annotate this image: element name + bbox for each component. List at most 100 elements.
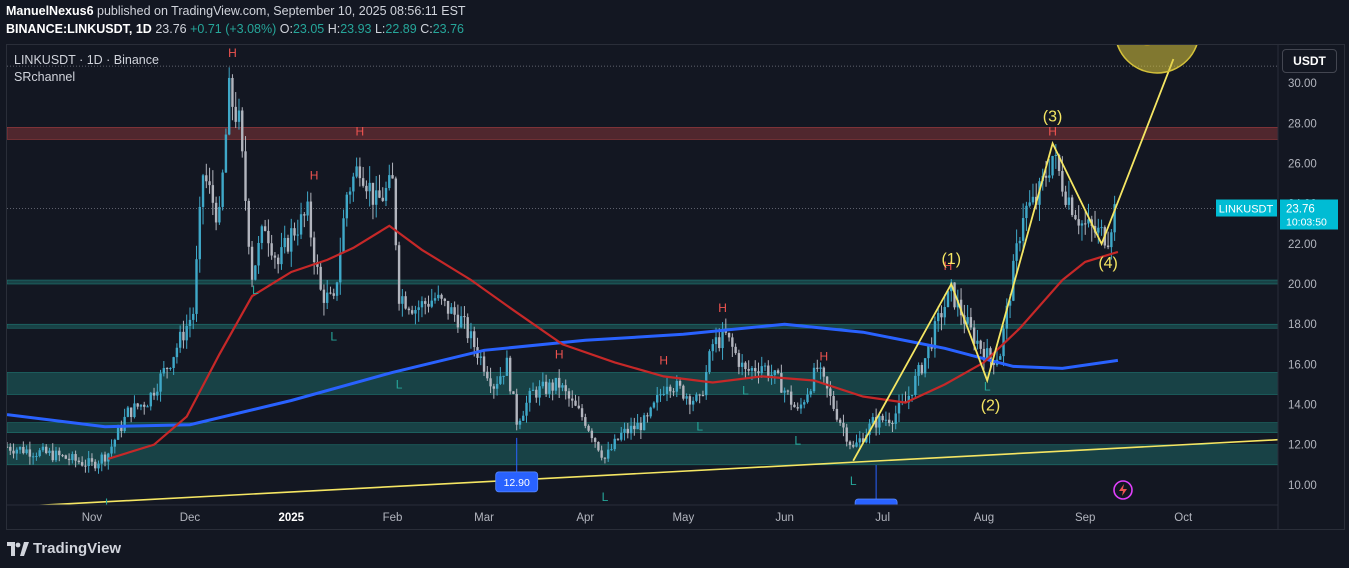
candle-body bbox=[747, 369, 750, 371]
candle-body bbox=[433, 298, 437, 301]
candle-body bbox=[80, 462, 84, 466]
candle-body bbox=[773, 370, 777, 375]
candle-body bbox=[917, 364, 920, 376]
wave-label: (2) bbox=[981, 398, 1001, 415]
candle-body bbox=[64, 455, 68, 459]
candle-body bbox=[587, 425, 590, 431]
candle-body bbox=[384, 188, 388, 201]
pivot-high-label: H bbox=[555, 347, 564, 361]
candle-body bbox=[126, 407, 130, 417]
candle-body bbox=[623, 428, 626, 433]
candle-body bbox=[737, 353, 741, 367]
candle-body bbox=[757, 371, 760, 374]
candle-body bbox=[1100, 227, 1103, 229]
candle-body bbox=[41, 446, 45, 451]
candle-body bbox=[31, 456, 35, 458]
brand-name: TradingView bbox=[33, 540, 122, 557]
candle-body bbox=[639, 422, 643, 431]
candle-body bbox=[936, 313, 940, 322]
candle-body bbox=[299, 214, 303, 235]
candle-body bbox=[247, 200, 250, 247]
candle-body bbox=[378, 190, 381, 198]
candle-body bbox=[211, 185, 215, 203]
candle-body bbox=[910, 394, 914, 396]
candle-body bbox=[446, 300, 450, 314]
pivot-high-label: H bbox=[718, 301, 727, 315]
candle-body bbox=[727, 332, 731, 338]
candle-body bbox=[979, 340, 982, 349]
y-tick-label: 26.00 bbox=[1288, 159, 1317, 171]
candle-body bbox=[48, 450, 51, 454]
candle-body bbox=[606, 449, 610, 459]
candle-body bbox=[672, 391, 675, 393]
smiley-eye bbox=[1142, 31, 1145, 34]
candle-body bbox=[273, 255, 277, 258]
alert-bolt-icon[interactable] bbox=[1113, 480, 1133, 500]
candle-body bbox=[541, 381, 545, 387]
candle-body bbox=[18, 446, 22, 450]
candle-body bbox=[250, 246, 254, 280]
candle-body bbox=[61, 455, 64, 457]
candle-body bbox=[1025, 205, 1028, 219]
candle-body bbox=[920, 364, 924, 374]
candle-body bbox=[420, 301, 424, 308]
candle-body bbox=[136, 403, 139, 407]
price-marker-label: 12.90 bbox=[504, 477, 530, 489]
candle-body bbox=[427, 303, 430, 307]
y-tick-label: 14.00 bbox=[1288, 400, 1317, 412]
candle-body bbox=[113, 439, 117, 447]
pivot-high-label: H bbox=[356, 124, 365, 138]
candle-body bbox=[838, 419, 842, 423]
candle-body bbox=[610, 449, 613, 451]
candle-body bbox=[531, 389, 535, 391]
indicator-legend[interactable]: SRchannel bbox=[14, 70, 75, 84]
candle-body bbox=[603, 457, 607, 459]
candle-body bbox=[848, 441, 852, 446]
tradingview-logo[interactable]: TradingView bbox=[7, 540, 121, 557]
candle-body bbox=[656, 395, 659, 403]
candle-body bbox=[208, 181, 211, 186]
pivot-high-label: H bbox=[228, 46, 237, 60]
candle-body bbox=[946, 291, 950, 308]
candle-body bbox=[675, 380, 679, 392]
candle-body bbox=[819, 367, 822, 369]
candle-body bbox=[15, 449, 19, 454]
candle-body bbox=[786, 390, 790, 392]
pivot-high-label: H bbox=[659, 353, 668, 367]
candle-body bbox=[149, 392, 152, 407]
candle-body bbox=[254, 265, 257, 280]
candle-body bbox=[822, 367, 826, 377]
y-tick-label: 16.00 bbox=[1288, 359, 1317, 371]
candle-body bbox=[182, 331, 185, 341]
candle-body bbox=[276, 257, 280, 265]
candle-body bbox=[1097, 227, 1100, 233]
candle-body bbox=[1018, 240, 1022, 244]
candle-body bbox=[169, 367, 172, 369]
candle-body bbox=[825, 376, 829, 389]
candle-body bbox=[414, 309, 417, 314]
candle-body bbox=[90, 458, 94, 462]
candle-body bbox=[881, 415, 884, 421]
candle-body bbox=[633, 425, 636, 430]
candle-body bbox=[178, 331, 182, 348]
candle-body bbox=[352, 176, 355, 192]
candle-body bbox=[721, 329, 724, 349]
smiley-face bbox=[1144, 45, 1151, 46]
candle-body bbox=[397, 245, 401, 304]
candle-body bbox=[803, 402, 806, 405]
candle-body bbox=[159, 373, 162, 392]
candle-body bbox=[845, 427, 848, 442]
y-tick-label: 20.00 bbox=[1288, 279, 1317, 291]
candle-body bbox=[201, 175, 205, 207]
price-chart[interactable]: HHHH HHHHHLLLLLLLLLL(1)(2)(3)(4)(5)12.901… bbox=[0, 0, 1349, 532]
candle-body bbox=[659, 394, 662, 396]
candle-body bbox=[1110, 232, 1113, 248]
candle-body bbox=[538, 386, 541, 398]
pivot-low-label: L bbox=[742, 384, 749, 398]
candle-body bbox=[195, 259, 198, 314]
candle-body bbox=[502, 375, 505, 377]
currency-button[interactable]: USDT bbox=[1282, 49, 1337, 73]
x-tick-label: Apr bbox=[576, 512, 594, 524]
pivot-low-label: L bbox=[696, 420, 703, 434]
candle-body bbox=[286, 237, 290, 252]
